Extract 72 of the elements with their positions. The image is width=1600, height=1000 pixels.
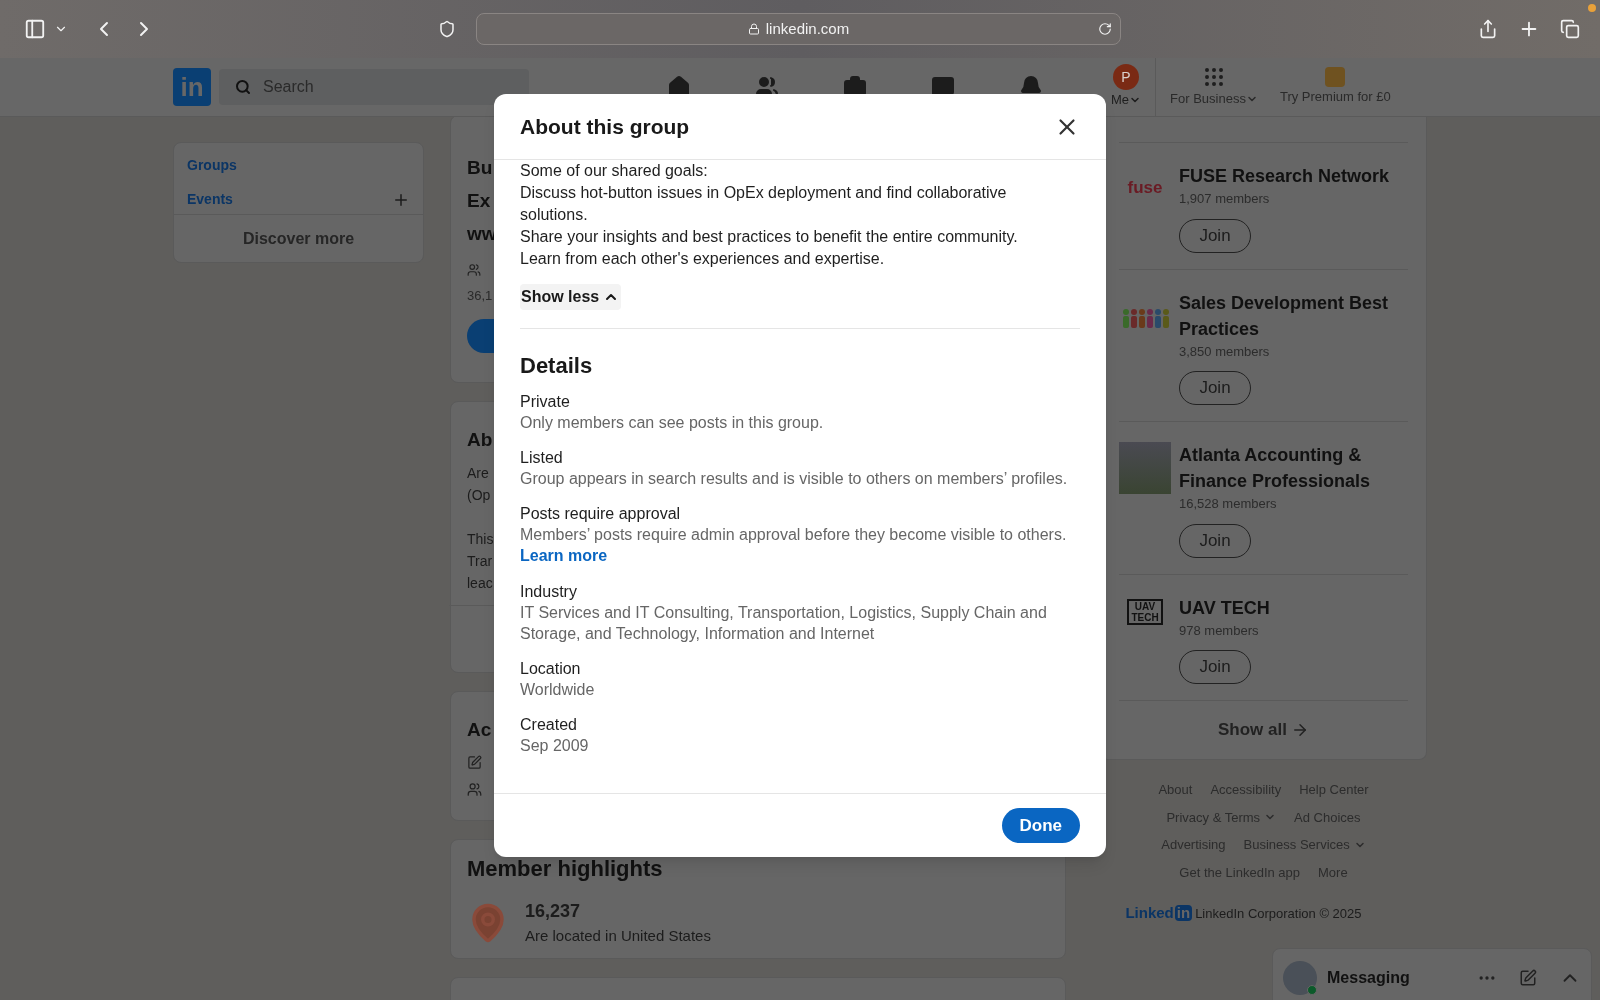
discover-more-link[interactable]: Discover more <box>242 226 355 251</box>
detail-label: Posts require approval <box>520 504 682 524</box>
for-business-menu[interactable]: For Business <box>1170 89 1258 109</box>
highlight-text: Are located in United States <box>525 926 711 947</box>
detail-label: Industry <box>520 582 578 602</box>
edit-icon <box>467 754 482 770</box>
section-title: Ac <box>467 719 492 740</box>
sidebar-icon[interactable] <box>24 18 46 40</box>
detail-text: Only members can see posts in this group. <box>520 413 825 433</box>
people-icon <box>467 781 482 797</box>
detail-label: Private <box>520 392 571 412</box>
group-title: Bu <box>467 156 493 181</box>
sidebar-link[interactable]: Events <box>187 189 233 210</box>
about-text: (Op <box>467 486 491 505</box>
section-heading: Details <box>520 355 594 377</box>
sidebar-link[interactable]: Groups <box>187 155 237 176</box>
group-name: Sales Development Best Practices <box>1179 291 1390 341</box>
avatar <box>1283 961 1317 995</box>
show-less-button[interactable]: Show less <box>520 284 622 310</box>
group-members: 16,528 members <box>1179 495 1278 513</box>
linkedin-logo: Linked in <box>1125 903 1193 924</box>
detail-label: Location <box>520 659 582 679</box>
about-text: This <box>467 530 494 549</box>
section-title: Member highlights <box>467 855 664 883</box>
messaging-title: Messaging <box>1327 968 1411 988</box>
avatar[interactable]: P <box>1113 64 1140 91</box>
section-title: Ab <box>467 429 493 450</box>
reload-icon[interactable] <box>1098 22 1113 36</box>
detail-label: Listed <box>520 448 564 468</box>
description-text: Discuss hot-button issues in OpEx deployment and find collaborative solutions. <box>520 183 1008 225</box>
detail-text: Worldwide <box>520 680 596 700</box>
group-logo: UAV TECH <box>1127 598 1163 625</box>
lock-icon <box>747 23 760 35</box>
address-bar[interactable]: linkedin.com <box>475 13 1122 45</box>
group-members: 3,850 members <box>1179 342 1271 361</box>
description-text: Some of our shared goals: <box>520 161 709 181</box>
group-name: UAV TECH <box>1179 596 1271 620</box>
highlight-count: 16,237 <box>525 900 582 924</box>
description-text: Learn from each other's experiences and expertise. <box>520 249 886 269</box>
group-logo: fuse <box>1126 177 1164 199</box>
group-name: Atlanta Accounting & Finance Professionals <box>1179 444 1372 493</box>
detail-label: Created <box>520 715 578 735</box>
about-text: Are <box>467 464 489 483</box>
photo-placeholder <box>1119 442 1171 494</box>
group-name: FUSE Research Network <box>1179 165 1391 188</box>
me-menu[interactable]: Me <box>1111 90 1142 110</box>
messaging-bar[interactable]: Messaging <box>1272 948 1592 1000</box>
description-text: Share your insights and best practices to benefit the entire community. <box>520 227 1019 247</box>
group-members: 1,907 members <box>1179 190 1271 208</box>
premium-link[interactable]: Try Premium for £0 <box>1279 87 1391 107</box>
copyright-text: LinkedIn Corporation © 2025 <box>1195 904 1362 923</box>
compose-icon[interactable] <box>1519 969 1537 987</box>
done-button[interactable]: Done <box>1001 808 1080 843</box>
about-text: leac <box>467 574 493 593</box>
tabs-icon[interactable] <box>1560 19 1580 39</box>
show-all-link[interactable]: Show all <box>1218 717 1309 743</box>
detail-text: Sep 2009 <box>520 736 590 756</box>
detail-text: Members’ posts require admin approval before they become visible to others. <box>520 525 1068 545</box>
detail-text: IT Services and IT Consulting, Transportation, Logistics, Supply Chain and Storage, and Technology, Information and Internet <box>520 603 1048 644</box>
about-text: Trar <box>467 552 493 571</box>
learn-more-link[interactable]: Learn more <box>520 547 608 564</box>
group-members: 978 members <box>1179 621 1260 640</box>
members-icon <box>467 263 481 277</box>
member-count: 36,1 <box>467 288 493 303</box>
arrow-right-icon <box>1291 721 1309 739</box>
dialog-title: About this group <box>520 113 690 140</box>
shield-icon[interactable] <box>437 20 456 38</box>
detail-text: Group appears in search results and is visible to others on members’ profiles. <box>520 469 1069 489</box>
logo-icon[interactable]: in <box>173 68 211 106</box>
group-title: Ex <box>467 189 491 214</box>
search-icon <box>235 79 251 95</box>
premium-icon <box>1325 67 1346 88</box>
